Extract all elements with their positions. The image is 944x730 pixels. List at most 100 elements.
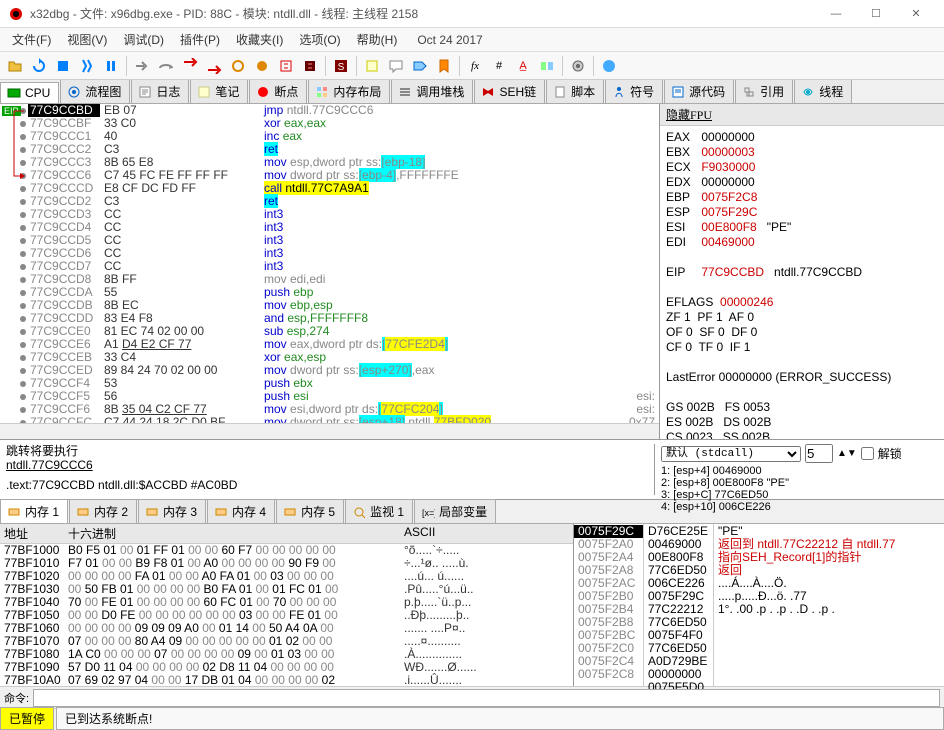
menu-options[interactable]: 选项(O): [291, 28, 348, 51]
memtab-0[interactable]: 内存 1: [0, 499, 68, 523]
toolbar: S fx # A̲: [0, 52, 944, 80]
menu-plugins[interactable]: 插件(P): [172, 28, 228, 51]
svg-text:S: S: [338, 62, 345, 73]
registers-pane[interactable]: 隐藏FPU EAX 00000000EBX 00000003ECX F90300…: [660, 104, 944, 439]
labels-icon[interactable]: [409, 55, 431, 77]
restart-icon[interactable]: [28, 55, 50, 77]
disasm-row[interactable]: 77C9CCFCC7 44 24 18 2C D0 BFmov dword pt…: [0, 416, 659, 423]
menu-view[interactable]: 视图(V): [59, 28, 115, 51]
info-jump: 跳转将要执行: [6, 444, 654, 458]
pause-icon[interactable]: [100, 55, 122, 77]
tab-0[interactable]: CPU: [0, 82, 59, 103]
stack-pane[interactable]: 0075F29C0075F2A00075F2A40075F2A80075F2AC…: [574, 524, 944, 686]
disasm-row[interactable]: 77C9CCD2C3ret: [0, 195, 659, 208]
tab-6[interactable]: 调用堆栈: [391, 80, 473, 103]
memtab-5[interactable]: 监视 1: [345, 499, 413, 523]
unlock-checkbox[interactable]: [861, 447, 874, 460]
disasm-row[interactable]: 77C9CCDD83 E4 F8and esp,FFFFFFF8: [0, 312, 659, 325]
info-location: .text:77C9CCBD ntdll.dll:$ACCBD #AC0BD: [6, 478, 654, 492]
tab-8[interactable]: 脚本: [546, 80, 604, 103]
disasm-row[interactable]: 77C9CCCDE8 CF DC FD FFcall ntdll.77C7A9A…: [0, 182, 659, 195]
tab-7[interactable]: SEH链: [474, 80, 545, 103]
dump-header: 地址十六进制ASCII: [0, 524, 573, 544]
maximize-button[interactable]: ☐: [856, 0, 896, 28]
comments-icon[interactable]: [385, 55, 407, 77]
info-pane: 跳转将要执行 ntdll.77C9CCC6 .text:77C9CCBD ntd…: [0, 440, 944, 500]
step-in-icon[interactable]: [179, 55, 201, 77]
disasm-row[interactable]: 77C9CCD4CCint3: [0, 221, 659, 234]
disasm-row[interactable]: 77C9CCED89 84 24 70 02 00 00mov dword pt…: [0, 364, 659, 377]
about-icon[interactable]: [598, 55, 620, 77]
calling-convention-select[interactable]: 默认 (stdcall): [661, 446, 801, 462]
run-icon[interactable]: [76, 55, 98, 77]
scylla-icon[interactable]: S: [330, 55, 352, 77]
menubar: 文件(F) 视图(V) 调试(D) 插件(P) 收藏夹(I) 选项(O) 帮助(…: [0, 28, 944, 52]
tab-9[interactable]: 符号: [605, 80, 663, 103]
hide-fpu-link[interactable]: 隐藏FPU: [660, 104, 944, 126]
tab-2[interactable]: 日志: [131, 80, 189, 103]
step-into-icon[interactable]: [131, 55, 153, 77]
tab-3[interactable]: 笔记: [190, 80, 248, 103]
fx-icon[interactable]: fx: [464, 55, 486, 77]
run-to-ret-icon[interactable]: [275, 55, 297, 77]
memtab-4[interactable]: 内存 5: [276, 499, 344, 523]
tab-4[interactable]: 断点: [249, 80, 307, 103]
modules-icon[interactable]: [536, 55, 558, 77]
build-date: Oct 24 2017: [409, 30, 490, 50]
open-icon[interactable]: [4, 55, 26, 77]
bookmarks-icon[interactable]: [433, 55, 455, 77]
main-tabbar: CPU流程图日志笔记断点内存布局调用堆栈SEH链脚本符号源代码引用线程: [0, 80, 944, 104]
settings-icon[interactable]: [567, 55, 589, 77]
disasm-row[interactable]: 77C9CCD7CCint3: [0, 260, 659, 273]
close-button[interactable]: ✕: [896, 0, 936, 28]
command-input[interactable]: [33, 689, 940, 707]
trace-into-icon[interactable]: [227, 55, 249, 77]
patches-icon[interactable]: [361, 55, 383, 77]
menu-help[interactable]: 帮助(H): [349, 28, 406, 51]
argcount-spinner[interactable]: [805, 444, 833, 463]
run-to-user-icon[interactable]: [299, 55, 321, 77]
titlebar: x32dbg - 文件: x96dbg.exe - PID: 88C - 模块:…: [0, 0, 944, 28]
memtab-3[interactable]: 内存 4: [207, 499, 275, 523]
disasm-row[interactable]: 77C9CCD6CCint3: [0, 247, 659, 260]
disasm-row[interactable]: 77C9CCD88B FFmov edi,edi: [0, 273, 659, 286]
disasm-row[interactable]: 77C9CCF453push ebx: [0, 377, 659, 390]
window-title: x32dbg - 文件: x96dbg.exe - PID: 88C - 模块:…: [30, 5, 816, 22]
minimize-button[interactable]: —: [816, 0, 856, 28]
unlock-label: 解锁: [878, 447, 902, 461]
text-icon[interactable]: A̲: [512, 55, 534, 77]
menu-file[interactable]: 文件(F): [4, 28, 59, 51]
disasm-row[interactable]: 77C9CCD5CCint3: [0, 234, 659, 247]
eip-badge: EIP: [2, 106, 21, 116]
disasm-row[interactable]: 77C9CCBF33 C0xor eax,eax: [0, 117, 659, 130]
menu-debug[interactable]: 调试(D): [115, 28, 172, 51]
memtab-2[interactable]: 内存 3: [138, 499, 206, 523]
app-icon: [8, 6, 24, 22]
statusbar: 已暂停 已到达系统断点!: [0, 708, 944, 728]
memtab-1[interactable]: 内存 2: [69, 499, 137, 523]
tab-5[interactable]: 内存布局: [308, 80, 390, 103]
tab-12[interactable]: 线程: [794, 80, 852, 103]
command-row: 命令:: [0, 686, 944, 708]
disasm-hscroll[interactable]: [0, 423, 659, 439]
hash-icon[interactable]: #: [488, 55, 510, 77]
step-out-icon[interactable]: [203, 55, 225, 77]
menu-fav[interactable]: 收藏夹(I): [228, 28, 291, 51]
dump-pane[interactable]: 地址十六进制ASCII 77BF1000B0 F5 01 00 01 FF 01…: [0, 524, 574, 686]
command-label: 命令:: [4, 690, 29, 706]
memtab-6[interactable]: [x=]局部变量: [414, 499, 496, 523]
svg-text:[x=]: [x=]: [422, 508, 435, 518]
stop-icon[interactable]: [52, 55, 74, 77]
info-target[interactable]: ntdll.77C9CCC6: [6, 458, 654, 472]
tab-1[interactable]: 流程图: [60, 80, 130, 103]
disasm-row[interactable]: 77C9CCD3CCint3: [0, 208, 659, 221]
disasm-row[interactable]: 77C9CCE6A1 D4 E2 CF 77mov eax,dword ptr …: [0, 338, 659, 351]
disasm-row[interactable]: 77C9CCBDEB 07jmp ntdll.77C9CCC6: [0, 104, 659, 117]
disasm-pane[interactable]: EIP 77C9CCBDEB 07jmp ntdll.77C9CCC677C9C…: [0, 104, 660, 439]
tab-11[interactable]: 引用: [735, 80, 793, 103]
tab-10[interactable]: 源代码: [664, 80, 734, 103]
trace-over-icon[interactable]: [251, 55, 273, 77]
step-over-icon[interactable]: [155, 55, 177, 77]
dump-row[interactable]: 77BF10A007 69 02 97 04 00 00 17 DB 01 04…: [0, 674, 573, 686]
disasm-row[interactable]: 77C9CCC140inc eax: [0, 130, 659, 143]
